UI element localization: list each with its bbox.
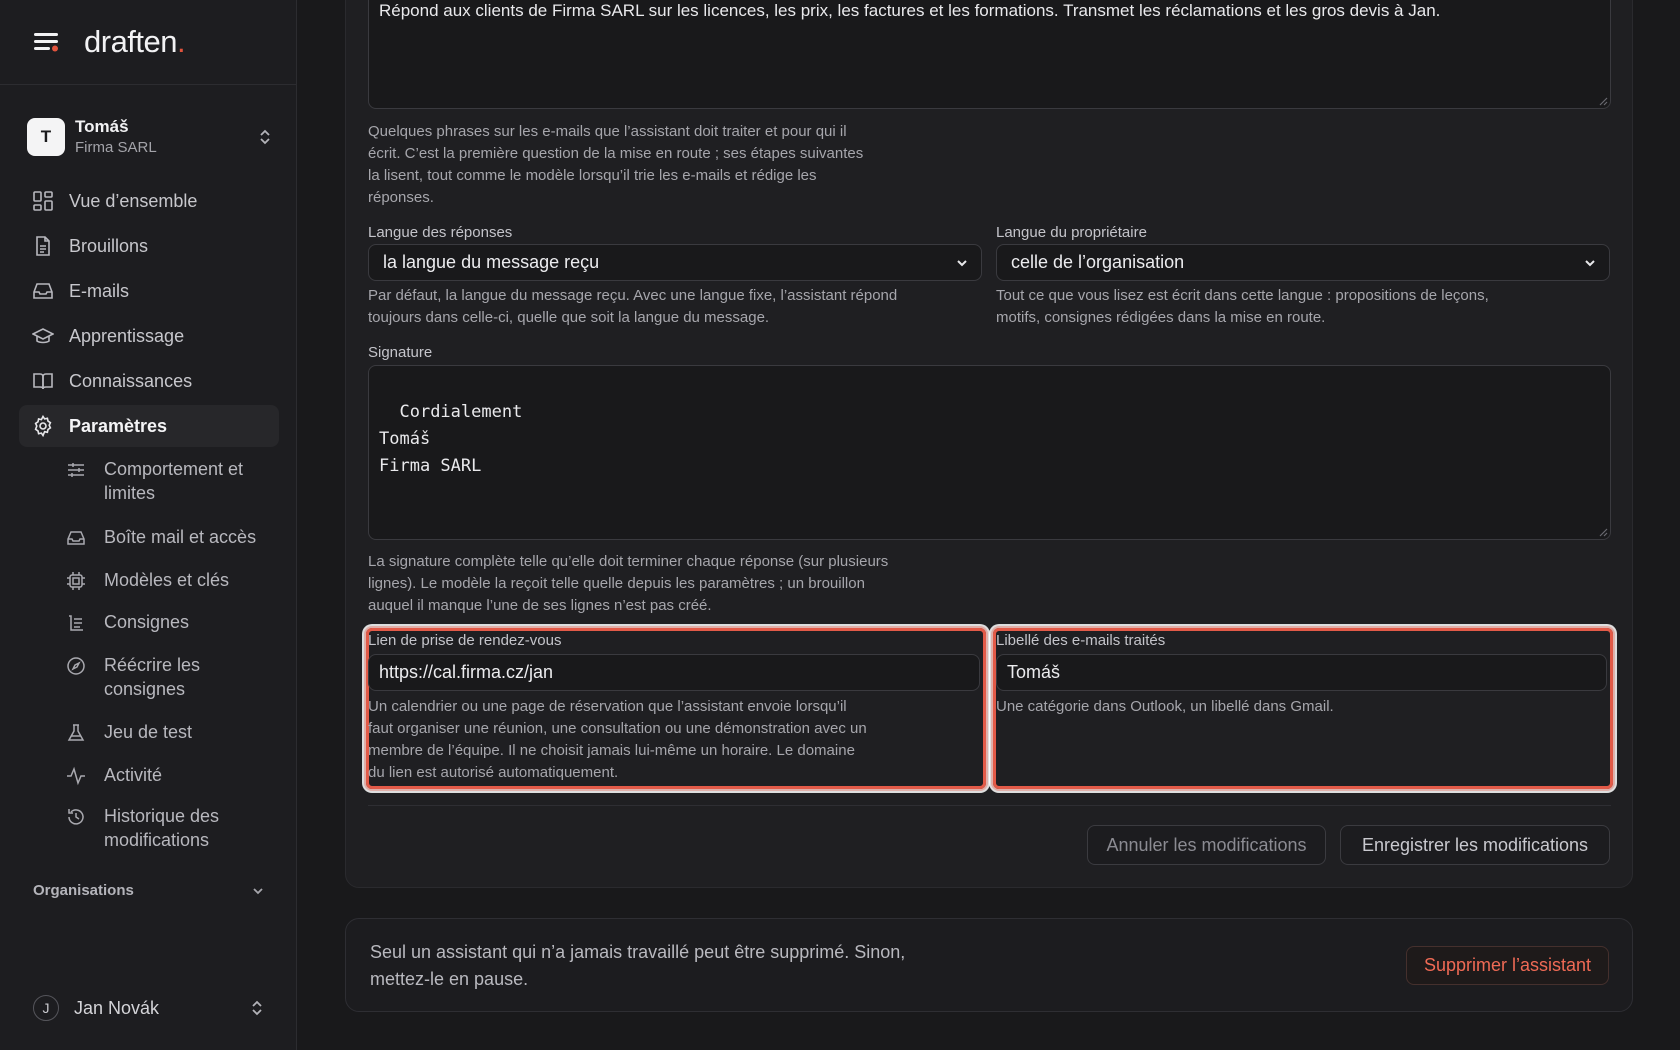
graduation-cap-icon (32, 328, 54, 344)
activity-icon (67, 766, 85, 786)
subnav-item-mailbox[interactable]: Boîte mail et accès (66, 525, 276, 549)
description-help: Quelques phrases sur les e-mails que l’a… (368, 123, 864, 206)
booking-link-input[interactable]: https://cal.firma.cz/jan (368, 654, 980, 691)
account-switcher[interactable]: T Tomáš Firma SARL (27, 115, 273, 159)
main-nav: Vue d’ensemble Brouillons E-mails Appren… (19, 180, 279, 450)
gear-icon (34, 415, 52, 437)
logo[interactable]: draften. (84, 24, 186, 60)
subnav-item-rewrite[interactable]: Réécrire les consignes (66, 653, 276, 701)
sliders-icon (68, 463, 84, 477)
logo-bar: draften. (0, 0, 296, 85)
processed-label-input[interactable]: Tomáš (996, 654, 1607, 691)
signature-label: Signature (368, 344, 433, 361)
chip-icon (67, 572, 85, 590)
account-name: Tomáš (75, 117, 129, 136)
nav-item-drafts[interactable]: Brouillons (19, 225, 279, 267)
owner-language-help: Tout ce que vous lisez est écrit dans ce… (996, 287, 1489, 326)
cancel-changes-button[interactable]: Annuler les modifications (1087, 825, 1326, 865)
chevron-updown-icon (260, 129, 270, 145)
inbox-icon (33, 283, 53, 299)
signature-help: La signature complète telle qu’elle doit… (368, 553, 889, 614)
description-textarea[interactable]: Répond aux clients de Firma SARL sur les… (368, 0, 1611, 109)
nav-item-overview[interactable]: Vue d’ensemble (19, 180, 279, 222)
nav-item-knowledge[interactable]: Connaissances (19, 360, 279, 402)
reply-language-help: Par défaut, la langue du message reçu. A… (368, 287, 898, 326)
booking-link-help: Un calendrier ou une page de réservation… (368, 698, 867, 781)
subnav-item-models[interactable]: Modèles et clés (66, 568, 276, 592)
user-menu[interactable]: J Jan Novák (33, 995, 265, 1021)
list-icon (69, 615, 83, 631)
subnav-item-behaviour[interactable]: Comportement et limites (66, 457, 276, 505)
resize-handle-icon[interactable] (1598, 96, 1608, 106)
owner-language-label: Langue du propriétaire (996, 224, 1147, 241)
history-icon (68, 809, 84, 825)
inbox-icon (67, 531, 85, 545)
subnav-item-test-set[interactable]: Jeu de test (66, 720, 276, 744)
booking-link-label: Lien de prise de rendez-vous (368, 632, 562, 649)
reply-language-label: Langue des réponses (368, 224, 513, 241)
grid-icon (33, 191, 53, 211)
delete-assistant-card: Seul un assistant qui n’a jamais travail… (345, 918, 1633, 1012)
nav-item-settings[interactable]: Paramètres (19, 405, 279, 447)
subnav-item-history[interactable]: Historique des modifications (66, 804, 276, 852)
chevron-down-icon (957, 259, 967, 266)
delete-assistant-text: Seul un assistant qui n’a jamais travail… (370, 942, 906, 989)
owner-language-select[interactable]: celle de l’organisation (996, 244, 1610, 281)
processed-label-help: Une catégorie dans Outlook, un libellé d… (996, 698, 1334, 715)
reply-language-select[interactable]: la langue du message reçu (368, 244, 982, 281)
book-icon (33, 373, 53, 390)
account-avatar: T (27, 118, 65, 156)
delete-assistant-button[interactable]: Supprimer l’assistant (1406, 946, 1609, 985)
flask-icon (67, 724, 85, 741)
chevron-down-icon (1585, 259, 1595, 266)
user-avatar: J (33, 995, 59, 1021)
form-divider (368, 805, 1611, 806)
user-name: Jan Novák (74, 997, 160, 1018)
nav-item-emails[interactable]: E-mails (19, 270, 279, 312)
organisations-toggle[interactable]: Organisations (33, 882, 265, 899)
resize-handle-icon[interactable] (1598, 527, 1608, 537)
processed-label-label: Libellé des e-mails traités (996, 632, 1166, 649)
nav-item-learning[interactable]: Apprentissage (19, 315, 279, 357)
compass-icon (67, 657, 85, 675)
save-changes-button[interactable]: Enregistrer les modifications (1340, 825, 1610, 865)
menu-icon[interactable] (32, 30, 62, 54)
document-icon (36, 236, 50, 256)
subnav-item-activity[interactable]: Activité (66, 763, 276, 787)
account-org: Firma SARL (75, 139, 157, 156)
signature-textarea[interactable]: Cordialement Tomáš Firma SARL (368, 365, 1611, 540)
chevron-updown-icon (252, 1000, 262, 1016)
sidebar: draften. T Tomáš Firma SARL Vue d’ensemb… (0, 0, 297, 1050)
chevron-down-icon (253, 887, 263, 894)
subnav-item-instructions[interactable]: Consignes (66, 610, 276, 634)
organisations-label: Organisations (33, 882, 134, 899)
